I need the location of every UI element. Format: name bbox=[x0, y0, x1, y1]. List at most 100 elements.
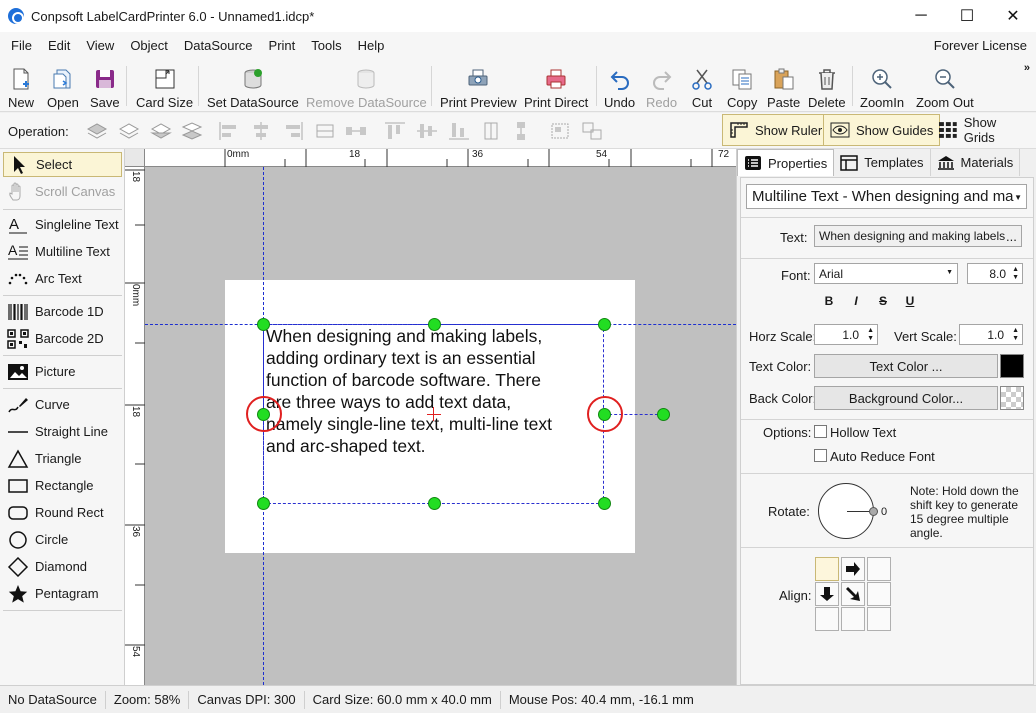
align-bottom-icon[interactable] bbox=[448, 121, 470, 141]
align-center-button[interactable] bbox=[841, 582, 865, 606]
background-color-button[interactable]: Background Color... bbox=[814, 386, 998, 410]
tool-triangle[interactable]: Triangle bbox=[3, 446, 122, 471]
print-preview-button[interactable]: Print Preview bbox=[440, 62, 517, 110]
tool-barcode-2d[interactable]: Barcode 2D bbox=[3, 326, 122, 351]
paste-button[interactable]: Paste bbox=[767, 62, 800, 110]
design-canvas[interactable]: 0mm 18 36 54 72 18 0mm 18 36 54 When des… bbox=[125, 149, 736, 685]
print-direct-button[interactable]: Print Direct bbox=[524, 62, 588, 110]
resize-handle-bottom-right[interactable] bbox=[598, 497, 611, 510]
menu-help[interactable]: Help bbox=[350, 38, 393, 53]
distribute-vertical-icon[interactable] bbox=[480, 121, 502, 141]
zoom-out-button[interactable]: Zoom Out bbox=[916, 62, 974, 110]
font-family-select[interactable]: Arial ▼ bbox=[814, 263, 958, 284]
align-bottom-button[interactable] bbox=[841, 607, 865, 631]
dial-knob[interactable] bbox=[869, 507, 878, 516]
open-button[interactable]: Open bbox=[47, 62, 79, 110]
save-button[interactable]: Save bbox=[90, 62, 120, 110]
redo-button[interactable]: Redo bbox=[646, 62, 677, 110]
align-bottom-right-button[interactable] bbox=[867, 607, 891, 631]
align-right-button[interactable] bbox=[867, 582, 891, 606]
italic-button[interactable]: I bbox=[845, 291, 867, 311]
resize-handle-top-left[interactable] bbox=[257, 318, 270, 331]
undo-button[interactable]: Undo bbox=[604, 62, 635, 110]
align-top-button[interactable] bbox=[841, 557, 865, 581]
zoom-in-button[interactable]: ZoomIn bbox=[860, 62, 904, 110]
bring-to-front-icon[interactable] bbox=[86, 121, 108, 141]
text-edit-button[interactable]: ... bbox=[1006, 229, 1017, 244]
menu-view[interactable]: View bbox=[78, 38, 122, 53]
bold-button[interactable]: B bbox=[818, 291, 840, 311]
card-size-button[interactable]: Card Size bbox=[136, 62, 193, 110]
vertical-ruler[interactable]: 18 0mm 18 36 54 bbox=[125, 167, 145, 685]
show-guides-toggle[interactable]: Show Guides bbox=[823, 114, 941, 146]
resize-handle-top[interactable] bbox=[428, 318, 441, 331]
tool-select[interactable]: Select bbox=[3, 152, 122, 177]
distribute-horizontal-icon[interactable] bbox=[314, 121, 336, 141]
tool-round-rect[interactable]: Round Rect bbox=[3, 500, 122, 525]
horz-scale-stepper[interactable]: 1.0 ▲ ▼ bbox=[814, 324, 878, 345]
remove-datasource-button[interactable]: Remove DataSource bbox=[306, 62, 427, 110]
cut-button[interactable]: Cut bbox=[690, 62, 714, 110]
strikethrough-button[interactable]: S bbox=[872, 291, 894, 311]
horizontal-ruler[interactable]: 0mm 18 36 54 72 bbox=[145, 149, 736, 167]
resize-handle-right[interactable] bbox=[598, 408, 611, 421]
tool-curve[interactable]: Curve bbox=[3, 392, 122, 417]
maximize-button[interactable]: ☐ bbox=[944, 0, 990, 32]
space-vertical-icon[interactable] bbox=[511, 121, 533, 141]
send-backward-icon[interactable] bbox=[150, 121, 172, 141]
show-grids-toggle[interactable]: Show Grids bbox=[932, 114, 1036, 146]
underline-button[interactable]: U bbox=[899, 291, 921, 311]
align-middle-icon[interactable] bbox=[416, 121, 438, 141]
tool-singleline-text[interactable]: A Singleline Text bbox=[3, 212, 122, 237]
set-datasource-button[interactable]: Set DataSource bbox=[207, 62, 299, 110]
minimize-button[interactable]: ─ bbox=[898, 0, 944, 32]
tool-multiline-text[interactable]: A Multiline Text bbox=[3, 239, 122, 264]
tool-rectangle[interactable]: Rectangle bbox=[3, 473, 122, 498]
resize-handle-bottom-left[interactable] bbox=[257, 497, 270, 510]
menu-object[interactable]: Object bbox=[122, 38, 176, 53]
delete-button[interactable]: Delete bbox=[808, 62, 846, 110]
close-button[interactable]: ✕ bbox=[990, 0, 1036, 32]
resize-handle-bottom[interactable] bbox=[428, 497, 441, 510]
multiline-text-object[interactable]: When designing and making labels, adding… bbox=[266, 325, 606, 457]
show-ruler-toggle[interactable]: Show Ruler bbox=[722, 114, 830, 146]
tool-pentagram[interactable]: Pentagram bbox=[3, 581, 122, 606]
object-selector[interactable]: Multiline Text - When designing and ma ▼ bbox=[746, 184, 1027, 209]
rotation-dial[interactable] bbox=[818, 483, 878, 539]
align-bottom-left-button[interactable] bbox=[815, 607, 839, 631]
tool-diamond[interactable]: Diamond bbox=[3, 554, 122, 579]
align-left-icon[interactable] bbox=[218, 121, 240, 141]
rotation-handle[interactable] bbox=[657, 408, 670, 421]
tab-properties[interactable]: Properties bbox=[737, 149, 835, 176]
text-color-swatch[interactable] bbox=[1000, 354, 1024, 378]
tool-picture[interactable]: Picture bbox=[3, 359, 122, 384]
tool-scroll-canvas[interactable]: Scroll Canvas bbox=[3, 179, 122, 204]
menu-print[interactable]: Print bbox=[261, 38, 304, 53]
ungroup-icon[interactable] bbox=[581, 121, 603, 141]
menu-tools[interactable]: Tools bbox=[303, 38, 349, 53]
tool-circle[interactable]: Circle bbox=[3, 527, 122, 552]
copy-button[interactable]: Copy bbox=[727, 62, 757, 110]
group-icon[interactable] bbox=[549, 121, 571, 141]
resize-handle-top-right[interactable] bbox=[598, 318, 611, 331]
text-field[interactable]: When designing and making labels bbox=[814, 225, 1022, 247]
font-size-stepper[interactable]: 8.0 ▲ ▼ bbox=[967, 263, 1023, 284]
new-button[interactable]: New bbox=[8, 62, 34, 110]
resize-handle-left[interactable] bbox=[257, 408, 270, 421]
bring-forward-icon[interactable] bbox=[118, 121, 140, 141]
menu-datasource[interactable]: DataSource bbox=[176, 38, 261, 53]
text-color-button[interactable]: Text Color ... bbox=[814, 354, 998, 378]
auto-reduce-font-checkbox[interactable] bbox=[814, 449, 827, 462]
align-center-icon[interactable] bbox=[250, 121, 272, 141]
hollow-text-checkbox[interactable] bbox=[814, 425, 827, 438]
toolbar-overflow-button[interactable]: » bbox=[1024, 62, 1030, 74]
align-top-right-button[interactable] bbox=[867, 557, 891, 581]
align-right-icon[interactable] bbox=[282, 121, 304, 141]
align-left-button[interactable] bbox=[815, 582, 839, 606]
tool-barcode-1d[interactable]: Barcode 1D bbox=[3, 299, 122, 324]
tab-templates[interactable]: Templates bbox=[834, 149, 931, 176]
menu-file[interactable]: File bbox=[0, 38, 40, 53]
tool-straight-line[interactable]: Straight Line bbox=[3, 419, 122, 444]
transparent-color-swatch[interactable] bbox=[1000, 386, 1024, 410]
tab-materials[interactable]: Materials bbox=[931, 149, 1021, 176]
